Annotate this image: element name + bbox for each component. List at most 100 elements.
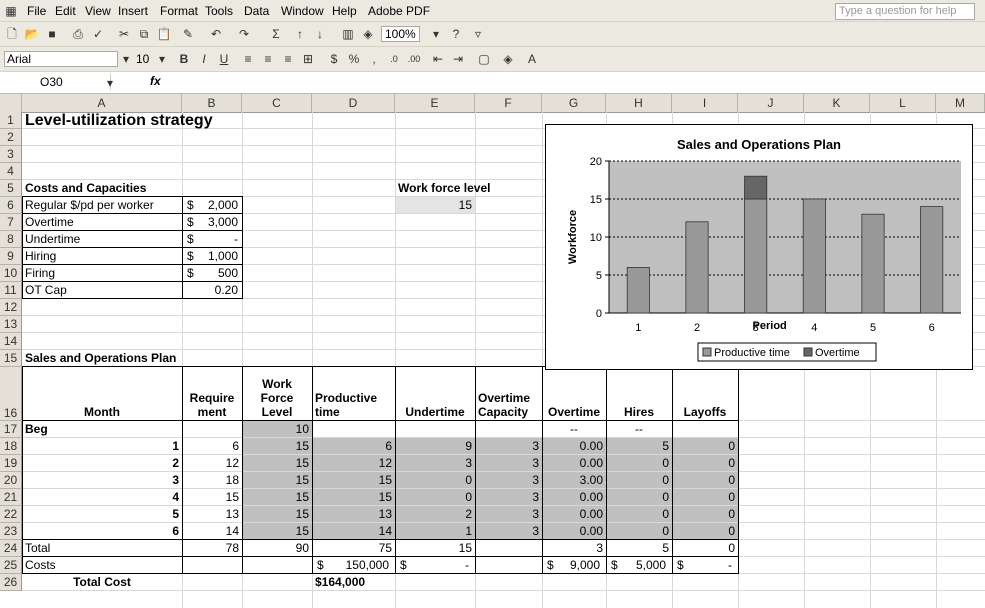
column-header-l[interactable]: L (870, 94, 936, 112)
row-header[interactable]: 25 (0, 557, 22, 574)
row-header[interactable]: 10 (0, 265, 22, 282)
menu-help[interactable]: Help (332, 4, 357, 18)
fill-color-icon[interactable]: ◈ (500, 51, 516, 67)
undo-icon[interactable]: ↶ (208, 26, 224, 42)
print-icon[interactable]: ⎙ (70, 26, 86, 42)
function-icon[interactable]: fx (150, 74, 161, 88)
column-header-c[interactable]: C (242, 94, 312, 112)
align-left-icon[interactable]: ≡ (240, 51, 256, 67)
bold-icon[interactable]: B (176, 51, 192, 67)
column-header-g[interactable]: G (542, 94, 606, 112)
chevron-down-icon[interactable]: ▾ (118, 51, 134, 67)
row-header[interactable]: 12 (0, 299, 22, 316)
chevron-down-icon[interactable]: ▾ (154, 51, 170, 67)
paste-icon[interactable]: 📋 (156, 26, 172, 42)
merge-center-icon[interactable]: ⊞ (300, 51, 316, 67)
plan-hires: 0 (662, 490, 669, 504)
font-size-select[interactable]: 10 (136, 52, 149, 66)
filter-icon[interactable]: ▿ (470, 26, 486, 42)
copy-icon[interactable]: ⧉ (136, 26, 152, 42)
column-header-d[interactable]: D (312, 94, 395, 112)
column-header-b[interactable]: B (182, 94, 242, 112)
column-header-e[interactable]: E (395, 94, 475, 112)
row-header[interactable]: 21 (0, 489, 22, 506)
column-header-j[interactable]: J (738, 94, 804, 112)
column-header-f[interactable]: F (475, 94, 542, 112)
help-search-input[interactable]: Type a question for help (835, 3, 975, 20)
excel-icon[interactable]: ▦ (3, 3, 19, 19)
menu-window[interactable]: Window (281, 4, 324, 18)
new-icon[interactable]: 🗋 (4, 26, 20, 42)
column-header-m[interactable]: M (936, 94, 985, 112)
menu-view[interactable]: View (85, 4, 111, 18)
row-header[interactable]: 23 (0, 523, 22, 540)
row-header[interactable]: 24 (0, 540, 22, 557)
chevron-down-icon[interactable]: ▾ (428, 26, 444, 42)
row-header[interactable]: 14 (0, 333, 22, 350)
menu-adobe-pdf[interactable]: Adobe PDF (368, 4, 430, 18)
column-header-i[interactable]: I (672, 94, 738, 112)
currency-icon[interactable]: $ (326, 51, 342, 67)
comma-icon[interactable]: , (366, 51, 382, 67)
row-header[interactable]: 9 (0, 248, 22, 265)
chevron-down-icon[interactable]: ▾ (102, 75, 118, 91)
row-header[interactable]: 22 (0, 506, 22, 523)
row-header[interactable]: 26 (0, 574, 22, 591)
underline-icon[interactable]: U (216, 51, 232, 67)
decrease-indent-icon[interactable]: ⇤ (430, 51, 446, 67)
menu-edit[interactable]: Edit (55, 4, 76, 18)
name-box[interactable]: O30 (30, 74, 111, 90)
sort-descending-icon[interactable]: ↓ (312, 26, 328, 42)
row-header[interactable]: 3 (0, 146, 22, 163)
open-icon[interactable]: 📂 (24, 26, 40, 42)
row-header[interactable]: 17 (0, 421, 22, 438)
menu-format[interactable]: Format (160, 4, 198, 18)
redo-icon[interactable]: ↷ (236, 26, 252, 42)
font-select[interactable]: Arial (4, 51, 118, 67)
font-color-icon[interactable]: A (524, 51, 540, 67)
row-header[interactable]: 13 (0, 316, 22, 333)
row-header[interactable]: 1 (0, 112, 22, 129)
column-header-h[interactable]: H (606, 94, 672, 112)
row-header[interactable]: 18 (0, 438, 22, 455)
sort-ascending-icon[interactable]: ↑ (292, 26, 308, 42)
row-header[interactable]: 2 (0, 129, 22, 146)
zoom-select[interactable]: 100% (381, 26, 420, 42)
menu-tools[interactable]: Tools (205, 4, 233, 18)
increase-indent-icon[interactable]: ⇥ (450, 51, 466, 67)
plan-col-border (312, 366, 313, 573)
row-header[interactable]: 6 (0, 197, 22, 214)
align-center-icon[interactable]: ≡ (260, 51, 276, 67)
row-header[interactable]: 16 (0, 367, 22, 421)
cut-icon[interactable]: ✂ (116, 26, 132, 42)
select-all-corner[interactable] (0, 94, 22, 112)
chart-wizard-icon[interactable]: ▥ (340, 26, 356, 42)
row-header[interactable]: 4 (0, 163, 22, 180)
header-month: Month (84, 405, 120, 419)
increase-decimal-icon[interactable]: .0 (386, 51, 402, 67)
autosum-icon[interactable]: Σ (268, 26, 284, 42)
align-right-icon[interactable]: ≡ (280, 51, 296, 67)
save-icon[interactable]: ■ (44, 26, 60, 42)
help-icon[interactable]: ? (448, 26, 464, 42)
menu-insert[interactable]: Insert (118, 4, 148, 18)
borders-icon[interactable]: ▢ (476, 51, 492, 67)
format-painter-icon[interactable]: ✎ (180, 26, 196, 42)
row-header[interactable]: 19 (0, 455, 22, 472)
italic-icon[interactable]: I (196, 51, 212, 67)
row-header[interactable]: 20 (0, 472, 22, 489)
row-header[interactable]: 7 (0, 214, 22, 231)
row-header[interactable]: 5 (0, 180, 22, 197)
sales-operations-chart[interactable]: Sales and Operations Plan 0 5 10 15 20 1 2 3 4 5 6 P… (545, 124, 973, 370)
percent-icon[interactable]: % (346, 51, 362, 67)
column-header-a[interactable]: A (22, 94, 182, 112)
column-header-k[interactable]: K (804, 94, 870, 112)
spellcheck-icon[interactable]: ✓ (90, 26, 106, 42)
menu-file[interactable]: File (27, 4, 46, 18)
row-header[interactable]: 8 (0, 231, 22, 248)
menu-data[interactable]: Data (244, 4, 269, 18)
drawing-icon[interactable]: ◈ (360, 26, 376, 42)
row-header[interactable]: 15 (0, 350, 22, 367)
decrease-decimal-icon[interactable]: .00 (406, 51, 422, 67)
row-header[interactable]: 11 (0, 282, 22, 299)
